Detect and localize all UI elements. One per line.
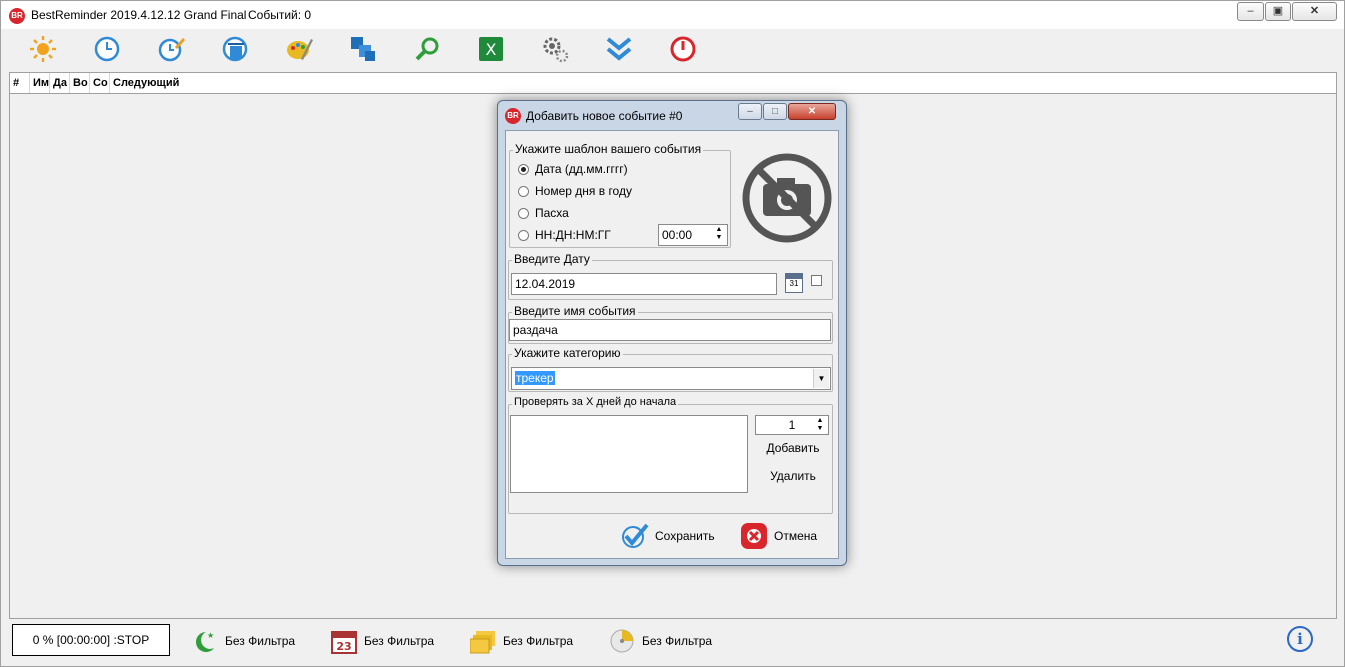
radio-dot[interactable]	[518, 185, 529, 197]
dialog-app-icon: BR	[505, 108, 521, 124]
gears-icon[interactable]	[539, 33, 571, 65]
template-group-label: Укажите шаблон вашего события	[513, 142, 704, 156]
filter-moon[interactable]: ★ Без Фильтра	[191, 627, 295, 655]
radio-dot[interactable]	[518, 207, 529, 219]
template-group: Укажите шаблон вашего события Дата (дд.м…	[509, 142, 731, 248]
calendar-button[interactable]: 31	[785, 273, 803, 293]
calendar-number: 23	[336, 640, 351, 653]
column-date[interactable]: Да	[50, 73, 70, 93]
clock-edit-icon[interactable]	[155, 33, 187, 65]
save-label: Сохранить	[655, 529, 715, 543]
info-icon[interactable]: i	[1287, 626, 1313, 652]
date-group-label: Введите Дату	[512, 252, 592, 266]
delete-days-button[interactable]: Удалить	[758, 469, 828, 483]
add-days-button[interactable]: Добавить	[758, 441, 828, 455]
clock-delete-icon[interactable]	[219, 33, 251, 65]
dialog-title-bar: BR Добавить новое событие #0 – □ ✕	[498, 101, 846, 129]
calendar-23-icon: 23	[330, 627, 358, 655]
column-time[interactable]: Во	[70, 73, 90, 93]
event-list-header: # Им Да Во Со Следующий	[9, 72, 1337, 94]
search-icon[interactable]	[411, 33, 443, 65]
sun-icon[interactable]	[27, 33, 59, 65]
dialog-body: Укажите шаблон вашего события Дата (дд.м…	[505, 130, 839, 559]
folders-icon	[469, 627, 497, 655]
radio-easter[interactable]: Пасха	[518, 206, 569, 220]
radio-dot[interactable]	[518, 229, 529, 241]
cancel-label: Отмена	[774, 529, 818, 543]
date-checkbox[interactable]	[811, 275, 822, 286]
dialog-maximize-button[interactable]: □	[763, 103, 787, 120]
filter-label: Без Фильтра	[503, 634, 574, 648]
palette-icon[interactable]	[283, 33, 315, 65]
dialog-minimize-button[interactable]: –	[738, 103, 762, 120]
events-count: Событий: 0	[248, 8, 312, 22]
no-photo-icon	[742, 153, 832, 243]
spin-arrows-icon[interactable]: ▲ ▼	[713, 226, 725, 242]
filter-label: Без Фильтра	[642, 634, 713, 648]
days-spin-value: 1	[788, 418, 796, 432]
column-name[interactable]: Им	[30, 73, 50, 93]
maximize-button[interactable]: ▣	[1265, 2, 1291, 21]
radio-label: Дата (дд.мм.гггг)	[535, 162, 628, 176]
close-button[interactable]: ✕	[1292, 2, 1337, 21]
chevron-down-icon[interactable]: ▼	[813, 369, 829, 388]
svg-text:★: ★	[207, 631, 214, 640]
days-group-label: Проверять за X дней до начала	[512, 396, 679, 408]
pie-disk-icon	[608, 627, 636, 655]
filter-folders[interactable]: Без Фильтра	[469, 627, 573, 655]
spin-arrows-icon[interactable]: ▲ ▼	[814, 417, 826, 433]
category-value: трекер	[515, 371, 555, 385]
filter-label: Без Фильтра	[364, 634, 435, 648]
date-input[interactable]: 12.04.2019	[511, 273, 777, 295]
filter-calendar[interactable]: 23 Без Фильтра	[330, 627, 434, 655]
radio-label: НН:ДН:НМ:ГГ	[535, 228, 611, 242]
column-event[interactable]: Со	[90, 73, 110, 93]
event-name-input[interactable]: раздача	[509, 319, 831, 341]
dialog-title: Добавить новое событие #0	[526, 109, 683, 123]
days-spinner[interactable]: 1 ▲ ▼	[755, 415, 829, 435]
excel-icon[interactable]: X	[475, 33, 507, 65]
name-group-label: Введите имя события	[512, 304, 638, 318]
radio-dot[interactable]	[518, 163, 529, 175]
radio-week-format[interactable]: НН:ДН:НМ:ГГ	[518, 228, 611, 242]
moon-star-icon: ★	[191, 627, 219, 655]
radio-label: Пасха	[535, 206, 569, 220]
status-bar: 0 % [00:00:00] :STOP ★ Без Фильтра 23 Бе…	[9, 621, 1337, 661]
progress-status: 0 % [00:00:00] :STOP	[12, 624, 170, 656]
window-title: BestReminder 2019.4.12.12 Grand Final	[31, 8, 247, 22]
time-value: 00:00	[662, 228, 693, 242]
clock-icon[interactable]	[91, 33, 123, 65]
double-chevron-down-icon[interactable]	[603, 33, 635, 65]
column-next[interactable]: Следующий	[110, 73, 310, 93]
excel-letter: X	[486, 40, 497, 59]
minimize-button[interactable]: –	[1237, 2, 1264, 21]
days-list[interactable]	[510, 415, 748, 493]
column-number[interactable]: #	[10, 73, 30, 93]
filter-disk[interactable]: Без Фильтра	[608, 627, 712, 655]
toolbar: X	[9, 30, 1337, 70]
app-icon: BR	[9, 8, 25, 24]
title-bar: BR BestReminder 2019.4.12.12 Grand Final…	[1, 1, 1344, 29]
power-icon[interactable]	[667, 33, 699, 65]
radio-label: Номер дня в году	[535, 184, 632, 198]
radio-day-of-year[interactable]: Номер дня в году	[518, 184, 632, 198]
dialog-close-button[interactable]: ✕	[788, 103, 836, 120]
time-spinner[interactable]: 00:00 ▲ ▼	[658, 224, 728, 246]
cancel-icon	[741, 523, 767, 549]
filter-label: Без Фильтра	[225, 634, 296, 648]
category-group-label: Укажите категорию	[512, 346, 623, 360]
category-select[interactable]: трекер ▼	[511, 367, 831, 390]
add-event-dialog: BR Добавить новое событие #0 – □ ✕ Укажи…	[497, 100, 847, 566]
checkmark-icon	[622, 523, 649, 548]
radio-date-format[interactable]: Дата (дд.мм.гггг)	[518, 162, 628, 176]
windows-icon[interactable]	[347, 33, 379, 65]
save-button[interactable]: Сохранить	[621, 521, 715, 551]
cancel-button[interactable]: Отмена	[740, 521, 817, 551]
calendar-day: 31	[789, 279, 799, 288]
